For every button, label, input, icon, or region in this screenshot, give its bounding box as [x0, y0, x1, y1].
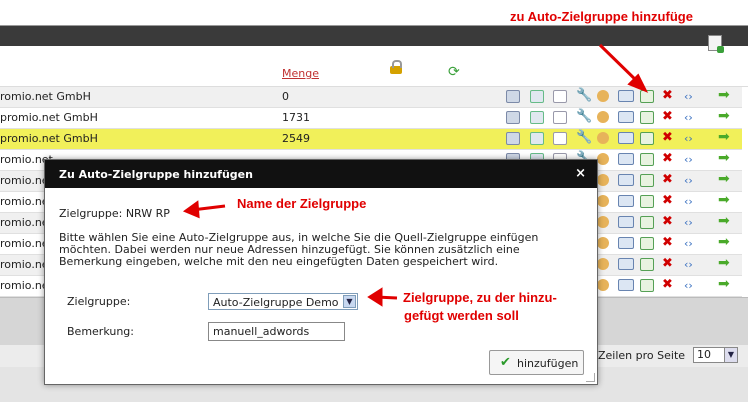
arrowhead-icon: [367, 287, 383, 307]
annotation-arrows: [182, 43, 649, 307]
arrowhead-icon: [182, 200, 200, 219]
